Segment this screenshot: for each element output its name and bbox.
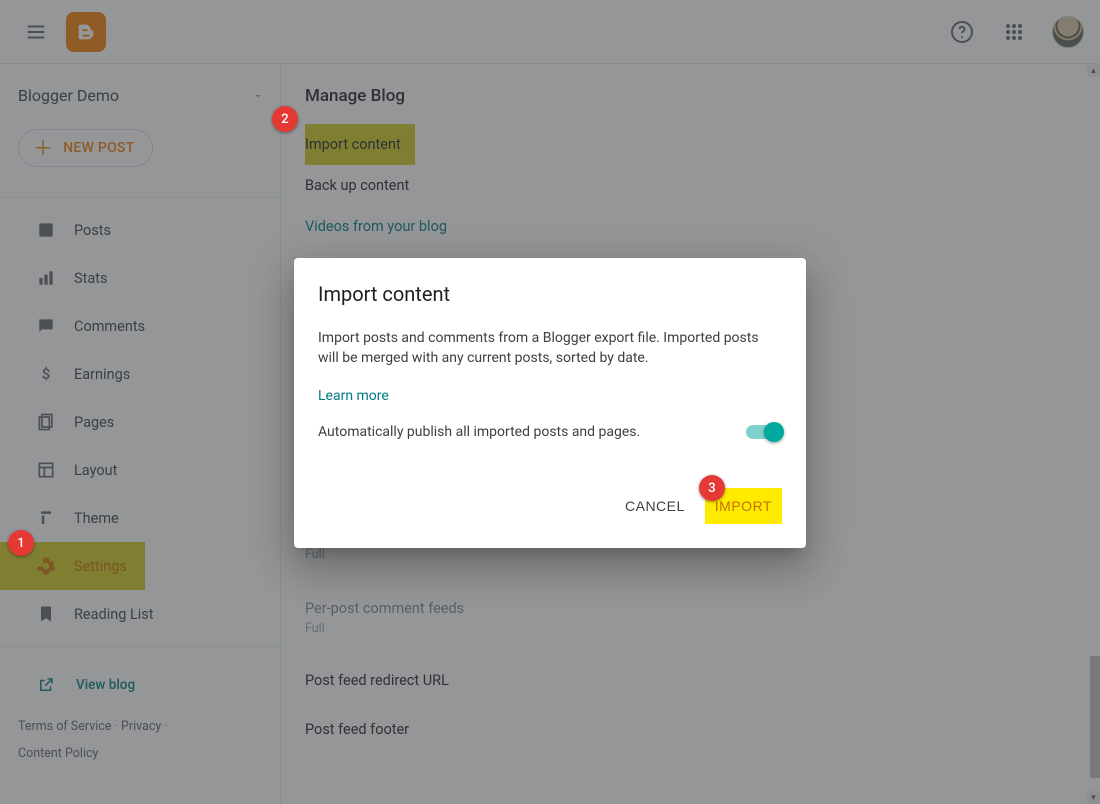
modal-overlay: Import content Import posts and comments… <box>0 0 1100 804</box>
learn-more-link[interactable]: Learn more <box>318 388 389 404</box>
cancel-button[interactable]: CANCEL <box>613 488 697 524</box>
auto-publish-label: Automatically publish all imported posts… <box>318 424 640 440</box>
auto-publish-toggle[interactable] <box>746 425 782 439</box>
import-content-dialog: Import content Import posts and comments… <box>294 258 806 548</box>
step-badge-3: 3 <box>699 475 725 501</box>
step-badge-2: 2 <box>272 106 298 132</box>
dialog-title: Import content <box>318 282 782 306</box>
dialog-body: Import posts and comments from a Blogger… <box>318 328 782 369</box>
step-badge-1: 1 <box>8 530 34 556</box>
